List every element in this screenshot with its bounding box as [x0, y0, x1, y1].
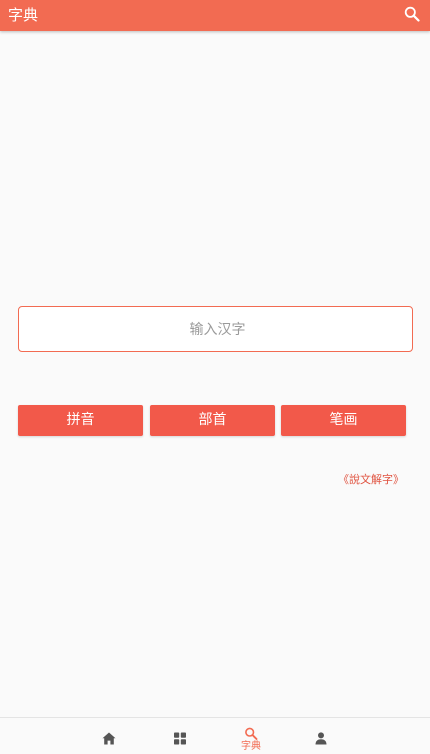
tab-dictionary[interactable]: 字典: [231, 718, 271, 754]
hanzi-search-box: [18, 306, 416, 353]
bottom-tab-bar: 字典: [0, 717, 430, 754]
search-icon: [245, 727, 258, 740]
grid-icon: [174, 732, 186, 745]
tab-apps[interactable]: [160, 718, 200, 754]
tab-profile[interactable]: [301, 718, 341, 754]
shuowen-jiezi-link[interactable]: 《說文解字》: [338, 473, 404, 487]
tab-dictionary-label: 字典: [241, 741, 261, 752]
home-icon: [102, 732, 116, 745]
stroke-button[interactable]: 笔画: [281, 405, 406, 436]
page-title: 字典: [8, 6, 39, 24]
radical-button[interactable]: 部首: [150, 405, 275, 436]
header-search-button[interactable]: [404, 6, 420, 22]
tab-home[interactable]: [89, 718, 129, 754]
app-header: 字典: [0, 0, 430, 31]
search-icon: [404, 6, 420, 22]
pinyin-button[interactable]: 拼音: [18, 405, 143, 436]
user-icon: [315, 732, 327, 745]
hanzi-input[interactable]: [19, 307, 416, 353]
